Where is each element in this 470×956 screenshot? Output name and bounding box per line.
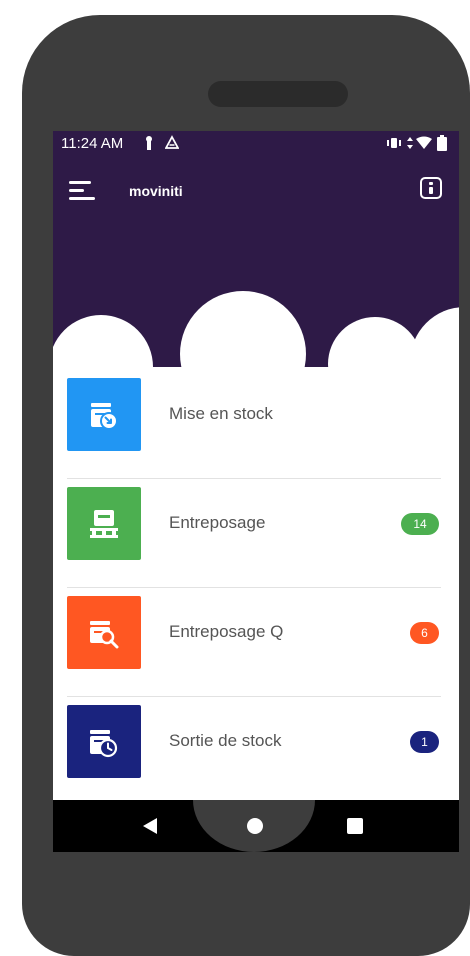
vibrate-icon xyxy=(387,138,401,148)
stock-out-clock-icon xyxy=(67,705,141,778)
status-bar: 11:24 AM xyxy=(53,131,459,157)
phone-screen: 11:24 AM moviniti Mise en stock Entrepos… xyxy=(53,131,459,852)
menu-icon[interactable] xyxy=(69,179,95,203)
menu-item-label: Entreposage xyxy=(169,513,266,532)
app-title: moviniti xyxy=(129,183,183,199)
menu-item-label: Mise en stock xyxy=(169,404,273,423)
menu-item-entreposage-q[interactable]: Entreposage Q 6 xyxy=(53,588,459,697)
back-icon[interactable] xyxy=(143,818,157,834)
count-badge: 14 xyxy=(401,513,439,535)
notification-icon xyxy=(146,136,152,150)
menu-item-mise-en-stock[interactable]: Mise en stock xyxy=(53,370,459,479)
count-badge: 6 xyxy=(410,622,439,644)
data-arrows-icon xyxy=(407,137,413,149)
menu-list: Mise en stock Entreposage 14 Entreposage… xyxy=(53,370,459,806)
info-icon[interactable] xyxy=(420,177,442,199)
phone-speaker xyxy=(208,81,348,107)
drive-icon xyxy=(165,135,179,149)
status-time: 11:24 AM xyxy=(61,135,124,152)
menu-item-entreposage[interactable]: Entreposage 14 xyxy=(53,479,459,588)
stock-in-icon xyxy=(67,378,141,451)
recents-icon[interactable] xyxy=(347,818,363,834)
storage-search-icon xyxy=(67,596,141,669)
menu-item-label: Entreposage Q xyxy=(169,622,284,641)
wifi-icon xyxy=(416,136,432,149)
home-icon[interactable] xyxy=(247,818,263,834)
menu-item-sortie-de-stock[interactable]: Sortie de stock 1 xyxy=(53,697,459,806)
count-badge: 1 xyxy=(410,731,439,753)
app-header: moviniti xyxy=(53,157,459,382)
battery-icon xyxy=(437,135,447,151)
nav-bar xyxy=(53,800,459,852)
storage-pallet-icon xyxy=(67,487,141,560)
menu-item-label: Sortie de stock xyxy=(169,731,282,750)
clouds-decoration xyxy=(53,291,459,382)
